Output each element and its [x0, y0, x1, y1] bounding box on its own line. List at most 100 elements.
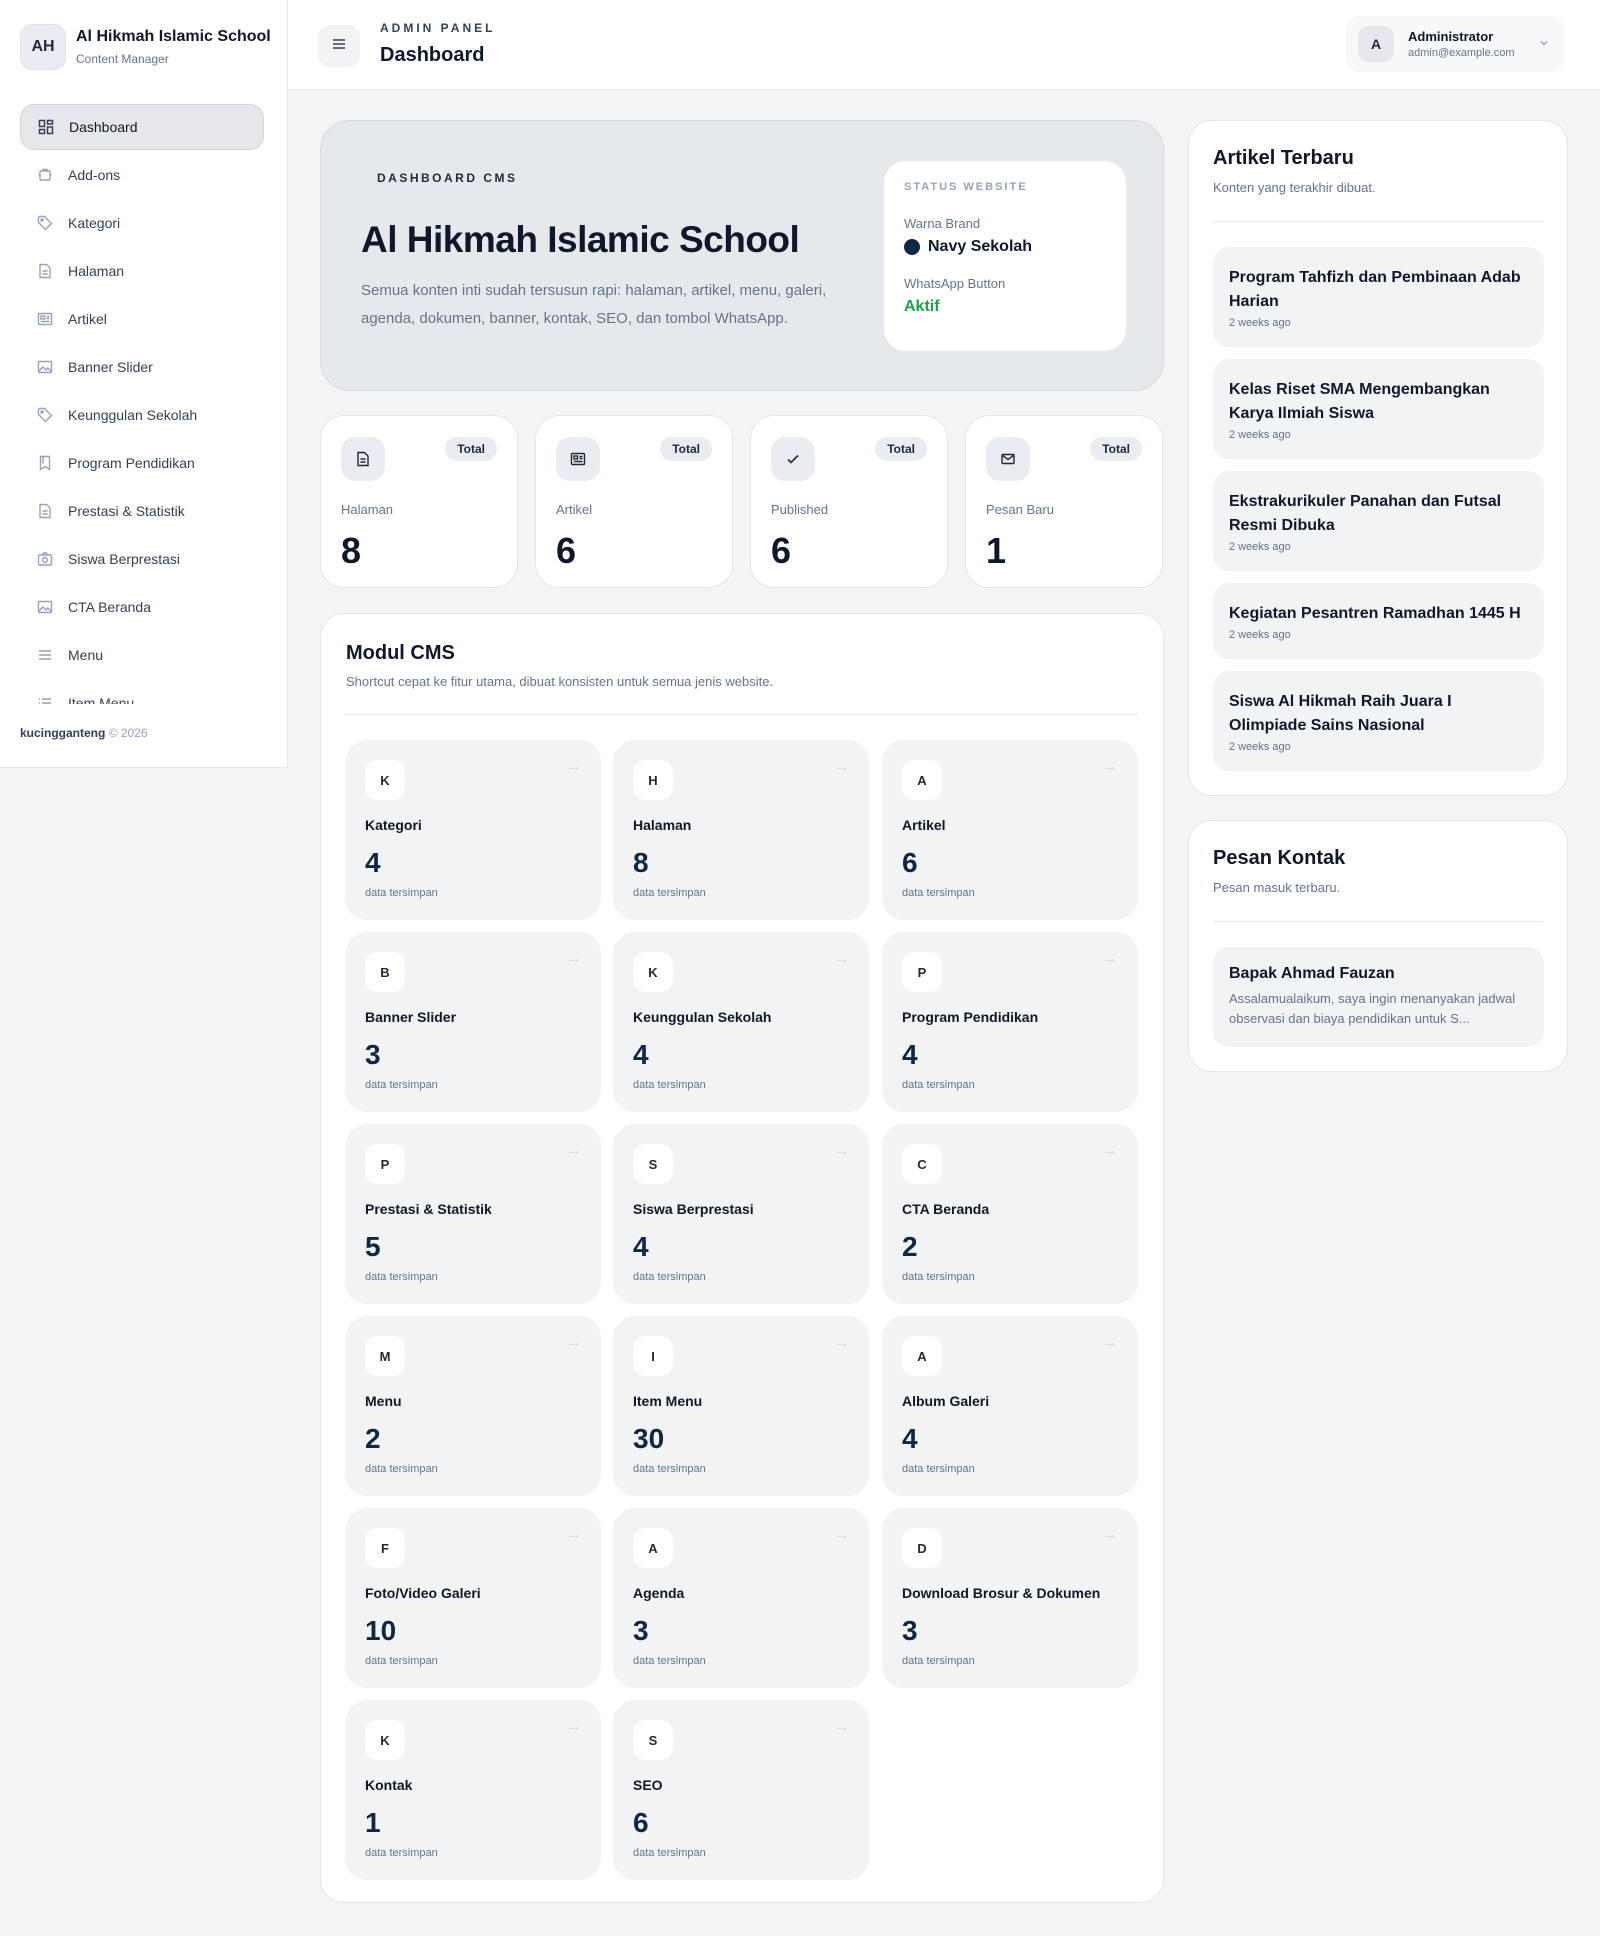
- status-website-card: STATUS WEBSITE Warna Brand Navy Sekolah …: [884, 161, 1126, 351]
- sidebar-item-prestasi-statistik[interactable]: Prestasi & Statistik: [20, 488, 264, 534]
- module-initial: K: [365, 760, 405, 800]
- sidebar-item-cta-beranda[interactable]: CTA Beranda: [20, 584, 264, 630]
- module-card[interactable]: B → Banner Slider 3 data tersimpan: [345, 932, 601, 1112]
- module-name: Kategori: [365, 817, 422, 833]
- hero-description: Semua konten inti sudah tersusun rapi: h…: [361, 282, 827, 327]
- module-count: 2: [902, 1231, 918, 1262]
- arrow-right-icon: →: [1103, 950, 1118, 967]
- module-caption: data tersimpan: [633, 887, 706, 899]
- module-name: Menu: [365, 1393, 402, 1409]
- module-card[interactable]: K → Keunggulan Sekolah 4 data tersimpan: [613, 932, 869, 1112]
- article-icon: [36, 310, 54, 328]
- user-menu[interactable]: A Administrator admin@example.com: [1346, 16, 1564, 72]
- module-name: Download Brosur & Dokumen: [902, 1585, 1101, 1601]
- menu-toggle-button[interactable]: [318, 25, 360, 67]
- module-card[interactable]: C → CTA Beranda 2 data tersimpan: [882, 1124, 1138, 1304]
- sidebar-item-addons[interactable]: Add-ons: [20, 152, 264, 198]
- module-card[interactable]: P → Program Pendidikan 4 data tersimpan: [882, 932, 1138, 1112]
- article-item[interactable]: Program Tahfizh dan Pembinaan Adab Haria…: [1213, 247, 1544, 347]
- sidebar-item-artikel[interactable]: Artikel: [20, 296, 264, 342]
- module-name: Siswa Berprestasi: [633, 1201, 754, 1217]
- article-title: Ekstrakurikuler Panahan dan Futsal Resmi…: [1229, 493, 1502, 534]
- module-initial: H: [633, 760, 673, 800]
- sidebar-item-keunggulan-sekolah[interactable]: Keunggulan Sekolah: [20, 392, 264, 438]
- module-caption: data tersimpan: [633, 1271, 706, 1283]
- module-card[interactable]: A → Agenda 3 data tersimpan: [613, 1508, 869, 1688]
- module-name: Prestasi & Statistik: [365, 1201, 492, 1217]
- sidebar-item-halaman[interactable]: Halaman: [20, 248, 264, 294]
- module-card[interactable]: H → Halaman 8 data tersimpan: [613, 740, 869, 920]
- list-icon: [36, 694, 54, 704]
- brand-color-swatch: [904, 239, 920, 255]
- sidebar-item-label: Dashboard: [69, 119, 138, 135]
- article-time: 2 weeks ago: [1229, 741, 1291, 753]
- module-initial: A: [633, 1528, 673, 1568]
- stat-value: 8: [341, 530, 362, 571]
- stat-label: Published: [771, 502, 829, 517]
- module-count: 3: [365, 1039, 381, 1070]
- stat-card-artikel[interactable]: Total Artikel 6: [535, 415, 733, 588]
- stat-card-published[interactable]: Total Published 6: [750, 415, 948, 588]
- sidebar-brand[interactable]: AH Al Hikmah Islamic School Content Mana…: [20, 24, 271, 70]
- module-count: 10: [365, 1615, 397, 1646]
- module-caption: data tersimpan: [365, 1079, 438, 1091]
- module-initial: A: [902, 1336, 942, 1376]
- module-card[interactable]: I → Item Menu 30 data tersimpan: [613, 1316, 869, 1496]
- arrow-right-icon: →: [566, 1334, 581, 1351]
- sidebar-item-label: Prestasi & Statistik: [68, 503, 185, 519]
- module-initial: K: [365, 1720, 405, 1760]
- sidebar-item-siswa-berprestasi[interactable]: Siswa Berprestasi: [20, 536, 264, 582]
- top-header: ADMIN PANEL Dashboard A Administrator ad…: [288, 0, 1600, 90]
- module-card[interactable]: D → Download Brosur & Dokumen 3 data tersimp…: [882, 1508, 1138, 1688]
- stat-card-pesan-baru[interactable]: Total Pesan Baru 1: [965, 415, 1163, 588]
- sidebar-item-kategori[interactable]: Kategori: [20, 200, 264, 246]
- article-item[interactable]: Kegiatan Pesantren Ramadhan 1445 H 2 wee…: [1213, 583, 1544, 659]
- modules-panel: Modul CMS Shortcut cepat ke fitur utama,…: [320, 613, 1164, 1903]
- module-card[interactable]: M → Menu 2 data tersimpan: [345, 1316, 601, 1496]
- arrow-right-icon: →: [566, 1526, 581, 1543]
- stat-badge: Total: [875, 437, 927, 461]
- chevron-down-icon: [1538, 36, 1550, 54]
- arrow-right-icon: →: [566, 758, 581, 775]
- module-name: Banner Slider: [365, 1009, 457, 1025]
- image-icon: [36, 598, 54, 616]
- camera-icon: [36, 550, 54, 568]
- stat-card-halaman[interactable]: Total Halaman 8: [320, 415, 518, 588]
- addons-icon: [36, 166, 54, 184]
- module-card[interactable]: K → Kategori 4 data tersimpan: [345, 740, 601, 920]
- module-caption: data tersimpan: [633, 1847, 706, 1859]
- module-caption: data tersimpan: [633, 1463, 706, 1475]
- module-initial: A: [902, 760, 942, 800]
- brand-avatar: AH: [20, 24, 66, 70]
- user-email: admin@example.com: [1408, 47, 1515, 59]
- module-name: Halaman: [633, 817, 692, 833]
- module-card[interactable]: A → Album Galeri 4 data tersimpan: [882, 1316, 1138, 1496]
- article-time: 2 weeks ago: [1229, 317, 1291, 329]
- module-card[interactable]: K → Kontak 1 data tersimpan: [345, 1700, 601, 1880]
- module-count: 3: [902, 1615, 918, 1646]
- module-caption: data tersimpan: [902, 1463, 975, 1475]
- article-item[interactable]: Kelas Riset SMA Mengembangkan Karya Ilmi…: [1213, 359, 1544, 459]
- sidebar-item-menu[interactable]: Menu: [20, 632, 264, 678]
- module-caption: data tersimpan: [365, 1655, 438, 1667]
- module-initial: F: [365, 1528, 405, 1568]
- sidebar-item-dashboard[interactable]: Dashboard: [20, 104, 264, 150]
- hero-banner: DASHBOARD CMS Al Hikmah Islamic School S…: [320, 120, 1164, 391]
- module-count: 5: [365, 1231, 381, 1262]
- module-card[interactable]: A → Artikel 6 data tersimpan: [882, 740, 1138, 920]
- message-item[interactable]: Bapak Ahmad Fauzan Assalamualaikum, saya…: [1213, 947, 1544, 1047]
- page-icon: [36, 262, 54, 280]
- module-card[interactable]: S → SEO 6 data tersimpan: [613, 1700, 869, 1880]
- module-count: 6: [902, 847, 918, 878]
- sidebar-item-label: Banner Slider: [68, 359, 153, 375]
- module-card[interactable]: F → Foto/Video Galeri 10 data tersimpan: [345, 1508, 601, 1688]
- sidebar-item-item-menu[interactable]: Item Menu: [20, 680, 264, 704]
- module-card[interactable]: S → Siswa Berprestasi 4 data tersimpan: [613, 1124, 869, 1304]
- footer-year: © 2026: [108, 726, 148, 740]
- article-item[interactable]: Ekstrakurikuler Panahan dan Futsal Resmi…: [1213, 471, 1544, 571]
- page-title: Dashboard: [380, 44, 485, 66]
- sidebar-item-banner-slider[interactable]: Banner Slider: [20, 344, 264, 390]
- article-item[interactable]: Siswa Al Hikmah Raih Juara I Olimpiade S…: [1213, 671, 1544, 771]
- sidebar-item-program-pendidikan[interactable]: Program Pendidikan: [20, 440, 264, 486]
- module-card[interactable]: P → Prestasi & Statistik 5 data tersimpan: [345, 1124, 601, 1304]
